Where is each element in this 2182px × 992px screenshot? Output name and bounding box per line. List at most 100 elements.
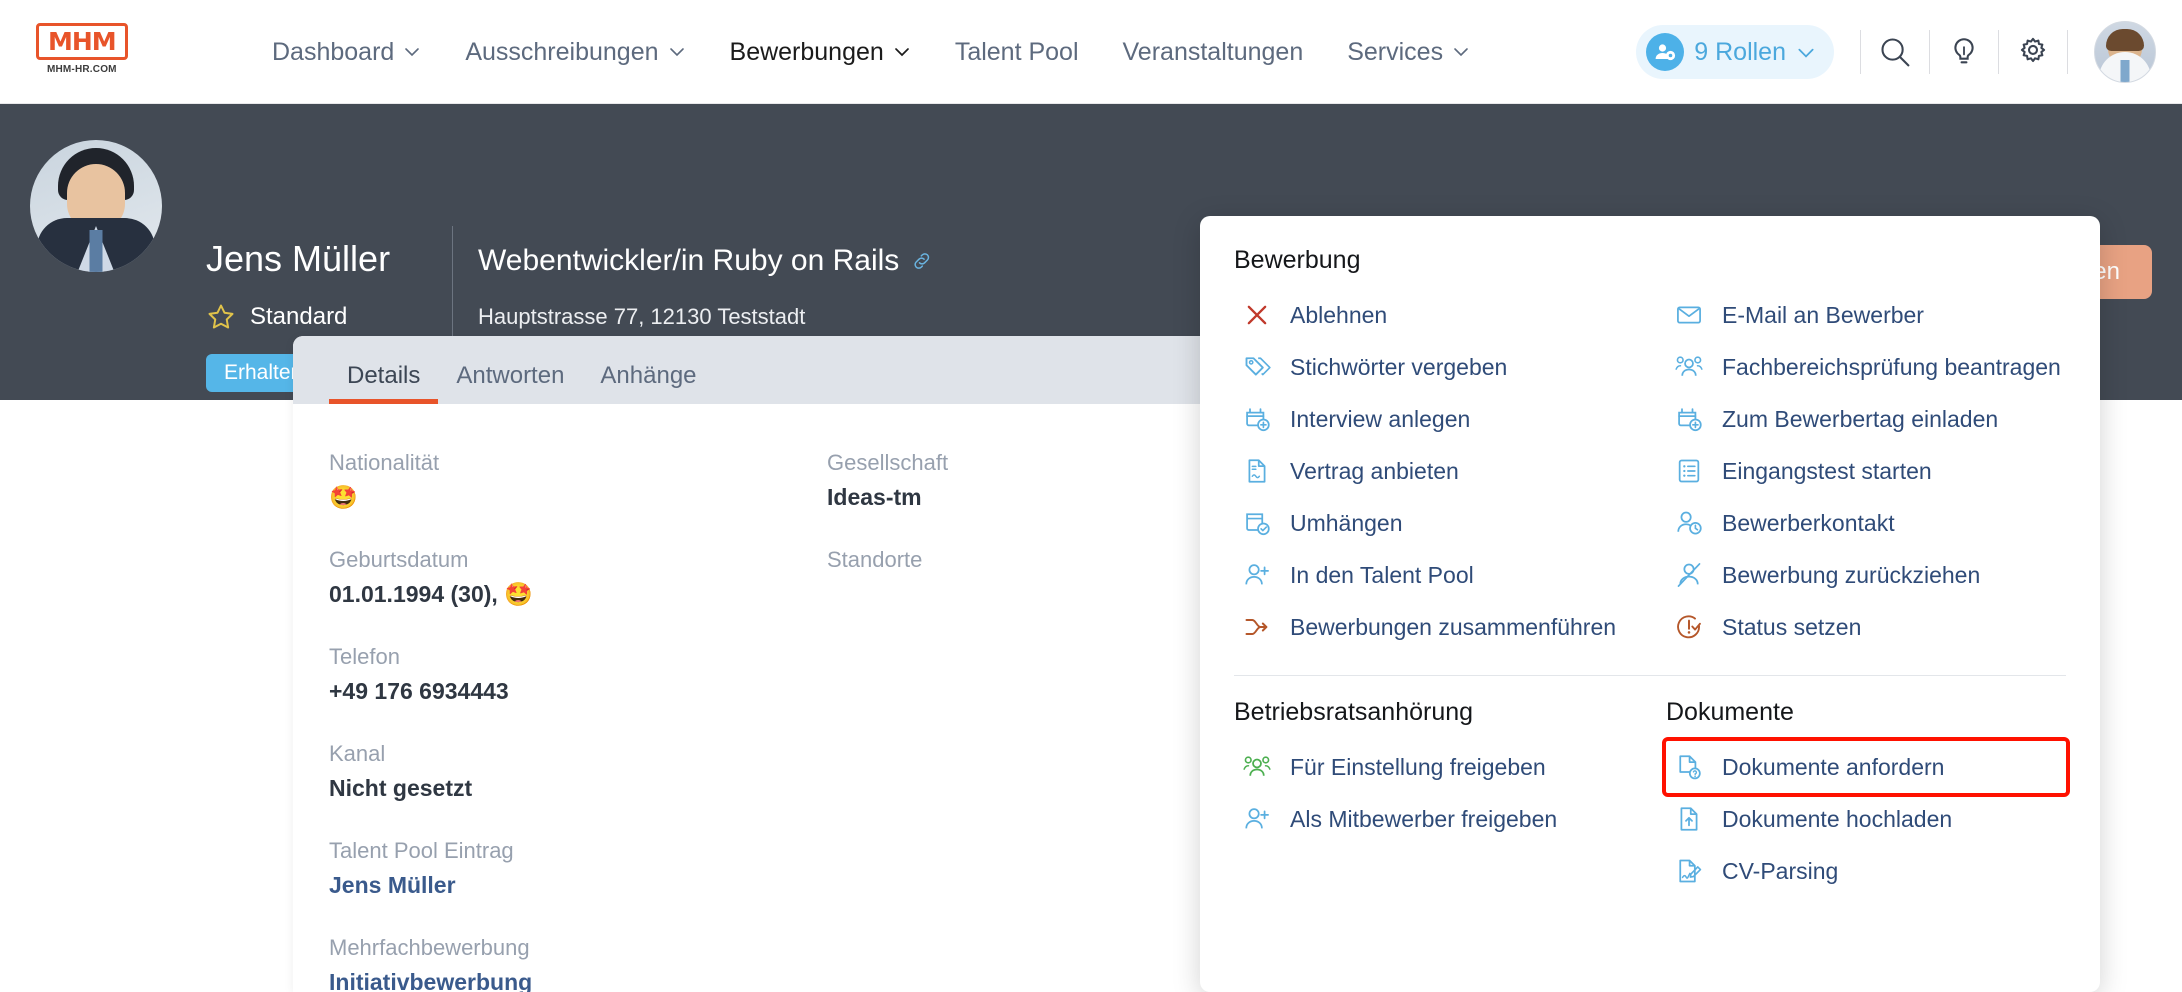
menu-item-bewerbungen-zusammenfuehren[interactable]: Bewerbungen zusammenführen	[1234, 601, 1650, 653]
menu-item-fachbereichspruefung-beantragen[interactable]: Fachbereichsprüfung beantragen	[1666, 341, 2066, 393]
job-title[interactable]: Webentwickler/in Ruby on Rails	[478, 244, 933, 278]
menu-item-fuer-einstellung-freigeben[interactable]: Für Einstellung freigeben	[1234, 741, 1650, 793]
nav-item-dashboard[interactable]: Dashboard	[272, 38, 421, 67]
menu-item-in-den-talent-pool[interactable]: In den Talent Pool	[1234, 549, 1650, 601]
calendar-plus-icon	[1674, 404, 1704, 434]
logo-text: MHM	[36, 23, 128, 61]
nav-item-talent-pool[interactable]: Talent Pool	[955, 38, 1079, 67]
nav-item-label: Dashboard	[272, 37, 395, 66]
menu-item-label: Für Einstellung freigeben	[1290, 753, 1546, 780]
field-kanal: Kanal Nicht gesetzt	[329, 741, 783, 802]
candidate-photo	[30, 140, 162, 272]
document-question-icon	[1674, 752, 1704, 782]
user-slash-icon	[1674, 560, 1704, 590]
divider	[2067, 30, 2068, 74]
box-check-icon	[1242, 508, 1272, 538]
field-label: Geburtsdatum	[329, 547, 469, 572]
menu-item-email-an-bewerber[interactable]: E-Mail an Bewerber	[1666, 289, 2066, 341]
logo[interactable]: MHM MHM-HR.COM	[36, 23, 128, 75]
menu-item-label: Umhängen	[1290, 509, 1403, 536]
menu-item-label: Bewerbung zurückziehen	[1722, 561, 1981, 588]
menu-column-left: Bewerbung Ablehnen Stichwörter vergeben …	[1234, 246, 1650, 653]
tab-details[interactable]: Details	[329, 362, 439, 404]
nav-item-services[interactable]: Services	[1347, 38, 1470, 67]
user-plus-icon	[1242, 560, 1272, 590]
menu-item-label: Fachbereichsprüfung beantragen	[1722, 353, 2061, 380]
users-group-icon	[1242, 752, 1272, 782]
tab-anhaenge[interactable]: Anhänge	[582, 362, 714, 404]
menu-item-vertrag-anbieten[interactable]: Vertrag anbieten	[1234, 445, 1650, 497]
roles-label: 9 Rollen	[1694, 37, 1786, 66]
avatar-hair	[2106, 29, 2144, 52]
menu-item-bewerberkontakt[interactable]: Bewerberkontakt	[1666, 497, 2066, 549]
nav-item-ausschreibungen[interactable]: Ausschreibungen	[465, 38, 685, 67]
menu-item-eingangstest-starten[interactable]: Eingangstest starten	[1666, 445, 2066, 497]
lightbulb-icon[interactable]	[1930, 28, 1998, 76]
nav-item-label: Ausschreibungen	[465, 37, 659, 66]
link-chain-icon[interactable]	[911, 250, 933, 272]
document-upload-icon	[1674, 804, 1704, 834]
details-left-column: Nationalität 🤩 Geburtsdatum 01.01.1994 (…	[293, 450, 783, 992]
field-label: Talent Pool Eintrag	[329, 838, 514, 863]
menu-item-bewerbung-zurueckziehen[interactable]: Bewerbung zurückziehen	[1666, 549, 2066, 601]
tag-icon	[1242, 352, 1272, 382]
app-root: MHM MHM-HR.COM Dashboard Ausschreibungen…	[0, 0, 2182, 992]
rating-label: Standard	[250, 303, 348, 330]
menu-item-label: Dokumente hochladen	[1722, 805, 1953, 832]
chevron-down-icon	[403, 43, 421, 61]
field-value: +49 176 6934443	[329, 678, 509, 704]
menu-item-cv-parsing[interactable]: CV-Parsing	[1666, 845, 2066, 897]
alert-check-icon	[1674, 612, 1704, 642]
document-parse-icon	[1674, 856, 1704, 886]
field-value-link[interactable]: Jens Müller	[329, 872, 783, 899]
menu-section-secondary: Betriebsratsanhörung Für Einstellung fre…	[1234, 698, 2070, 897]
roles-selector[interactable]: 9 Rollen	[1636, 25, 1834, 79]
envelope-icon	[1674, 300, 1704, 330]
menu-item-interview-anlegen[interactable]: Interview anlegen	[1234, 393, 1650, 445]
avatar[interactable]	[2094, 21, 2156, 83]
address-line: Hauptstrasse 77, 12130 Teststadt	[478, 304, 854, 330]
field-telefon: Telefon +49 176 6934443	[329, 644, 783, 705]
menu-item-label: Ablehnen	[1290, 301, 1388, 328]
menu-item-als-mitbewerber-freigeben[interactable]: Als Mitbewerber freigeben	[1234, 793, 1650, 845]
actions-dropdown-menu: Bewerbung Ablehnen Stichwörter vergeben …	[1200, 216, 2100, 992]
user-roles-icon	[1646, 33, 1685, 71]
nav-item-label: Services	[1347, 37, 1444, 66]
menu-item-status-setzen[interactable]: Status setzen	[1666, 601, 2066, 653]
menu-item-label: Eingangstest starten	[1722, 457, 1932, 484]
menu-item-label: In den Talent Pool	[1290, 561, 1474, 588]
menu-section-bewerbung: Bewerbung Ablehnen Stichwörter vergeben …	[1234, 246, 2066, 653]
merge-arrow-icon	[1242, 612, 1272, 642]
field-geburtsdatum: Geburtsdatum 01.01.1994 (30), 🤩	[329, 547, 783, 608]
document-contract-icon	[1242, 456, 1272, 486]
tab-antworten[interactable]: Antworten	[438, 362, 582, 404]
menu-item-stichwoerter-vergeben[interactable]: Stichwörter vergeben	[1234, 341, 1650, 393]
chevron-down-icon	[893, 43, 911, 61]
nav-item-bewerbungen[interactable]: Bewerbungen	[730, 38, 911, 67]
field-talent-pool-eintrag: Talent Pool Eintrag Jens Müller	[329, 838, 783, 899]
field-label: Telefon	[329, 644, 400, 669]
nav-item-veranstaltungen[interactable]: Veranstaltungen	[1123, 38, 1304, 67]
nav-item-label: Bewerbungen	[729, 37, 884, 66]
search-icon[interactable]	[1861, 28, 1929, 76]
menu-item-label: Bewerbungen zusammenführen	[1290, 613, 1617, 640]
job-title-label: Webentwickler/in Ruby on Rails	[478, 244, 900, 277]
menu-item-ablehnen[interactable]: Ablehnen	[1234, 289, 1650, 341]
close-x-icon	[1242, 300, 1272, 330]
field-value-link[interactable]: Initiativbewerbung	[329, 969, 783, 992]
menu-column-dokumente: Dokumente Dokumente anfordern Dokumente …	[1650, 698, 2070, 897]
menu-divider	[1234, 675, 2066, 676]
menu-item-dokumente-hochladen[interactable]: Dokumente hochladen	[1666, 793, 2066, 845]
nav-items: Dashboard Ausschreibungen Bewerbungen Ta…	[272, 0, 1514, 104]
menu-item-zum-bewerbertag-einladen[interactable]: Zum Bewerbertag einladen	[1666, 393, 2066, 445]
menu-item-dokumente-anfordern[interactable]: Dokumente anfordern	[1662, 737, 2070, 797]
menu-item-umhaengen[interactable]: Umhängen	[1234, 497, 1650, 549]
menu-section-title: Dokumente	[1666, 698, 1794, 726]
chevron-down-icon	[668, 43, 686, 61]
menu-item-label: Stichwörter vergeben	[1290, 353, 1508, 380]
field-label: Mehrfachbewerbung	[329, 935, 530, 960]
menu-item-label: E-Mail an Bewerber	[1722, 301, 1924, 328]
menu-column-right: E-Mail an Bewerber Fachbereichsprüfung b…	[1650, 246, 2066, 653]
logo-subtitle: MHM-HR.COM	[46, 64, 117, 76]
gear-icon[interactable]	[1999, 28, 2067, 76]
